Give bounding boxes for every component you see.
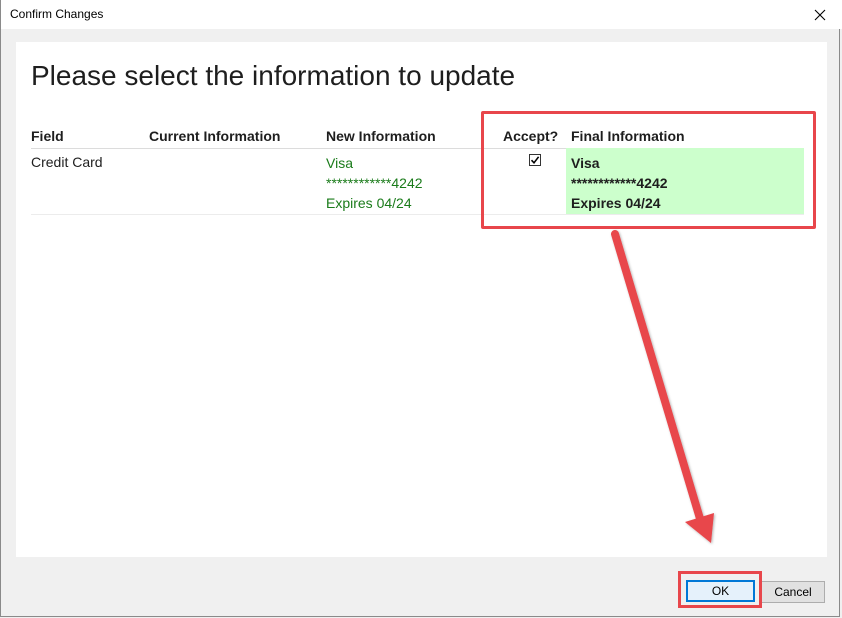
close-icon xyxy=(814,9,826,20)
column-header-field: Field xyxy=(31,128,64,144)
new-information-cell: Visa ************4242 Expires 04/24 xyxy=(326,153,423,213)
cancel-button[interactable]: Cancel xyxy=(761,581,825,603)
page-title: Please select the information to update xyxy=(31,60,516,91)
title-bar: Confirm Changes xyxy=(1,0,842,29)
new-card-expiry: Expires 04/24 xyxy=(326,195,412,211)
close-button[interactable] xyxy=(797,0,842,29)
new-card-number: ************4242 xyxy=(326,175,423,191)
window-title: Confirm Changes xyxy=(10,7,104,21)
column-header-current: Current Information xyxy=(149,128,281,144)
field-credit-card: Credit Card xyxy=(31,154,103,170)
column-header-new: New Information xyxy=(326,128,436,144)
annotation-ok-highlight xyxy=(678,571,762,608)
annotation-highlight-box xyxy=(481,111,816,229)
confirm-changes-dialog: Confirm Changes Please select the inform… xyxy=(0,0,842,617)
new-card-type: Visa xyxy=(326,155,353,171)
